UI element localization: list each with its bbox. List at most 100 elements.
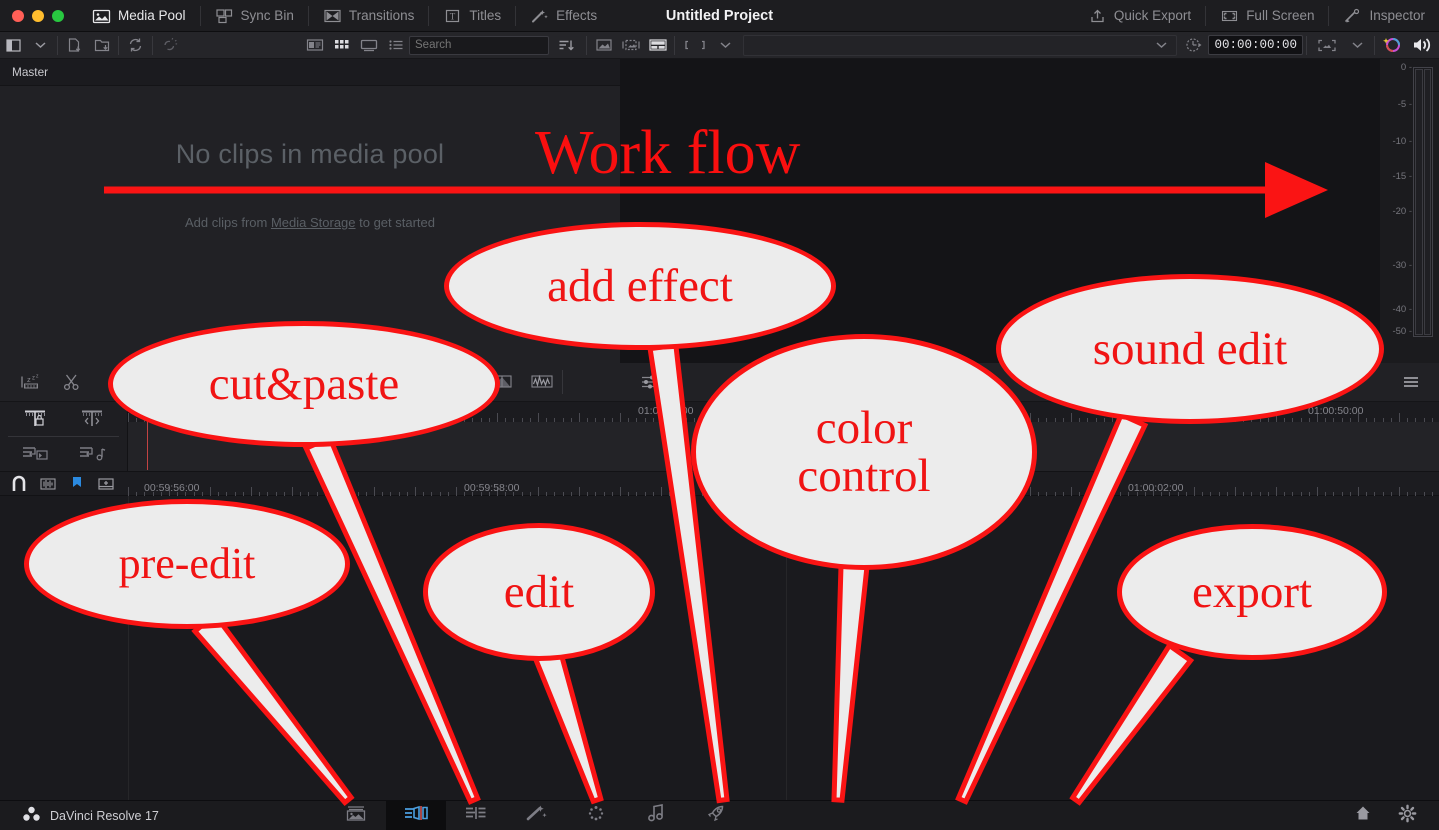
add-track-icon[interactable] [93,474,118,494]
audio-volume-icon[interactable] [1405,34,1439,57]
ruler-tick [1399,413,1400,422]
inspector-button[interactable]: Inspector [1329,0,1439,32]
quick-export-icon [1088,7,1107,24]
ruler-tick [210,487,211,496]
window-controls[interactable] [0,9,78,22]
timeline-upper-track-area[interactable] [128,422,1439,471]
quick-export-button[interactable]: Quick Export [1074,0,1205,32]
page-button-color[interactable] [566,801,626,830]
video-only-icon[interactable] [15,441,55,467]
playhead[interactable] [147,404,148,470]
scissors-icon[interactable] [52,368,92,396]
lock-track-icon[interactable] [15,406,55,432]
timeline-upper-ruler[interactable]: 01:00:10:00 01:00:50:00 [128,402,1439,422]
divider [586,35,587,55]
transition-icon[interactable] [482,368,522,396]
page-button-deliver[interactable] [686,801,746,830]
maximize-window-icon[interactable] [52,9,64,22]
audio-only-icon[interactable] [72,441,112,467]
timeline-divider [786,496,787,800]
settings-gear-icon[interactable] [1398,804,1417,828]
tab-effects[interactable]: Effects [516,0,611,32]
tab-effects-label: Effects [556,8,598,23]
sort-order-icon[interactable] [549,34,583,57]
empty-hint-suffix: to get started [355,215,436,230]
color-management-icon[interactable] [1378,34,1405,57]
unlink-clips-icon[interactable] [156,34,183,57]
dual-viewer-icon[interactable] [644,34,671,57]
toolbar-group-view [0,32,54,59]
timeline-lower-ruler[interactable]: 00:59:56:00 00:59:58:00 01:00:02:00 [128,471,1439,496]
import-folder-icon[interactable] [88,34,115,57]
tab-sync-bin[interactable]: Sync Bin [201,0,308,32]
close-window-icon[interactable] [12,9,24,22]
divider [1374,35,1375,55]
marker-flag-icon[interactable] [64,474,89,494]
timecode-display[interactable]: 00:00:00:00 [1208,35,1303,55]
smart-indicator-icon[interactable]: zzz [12,368,52,396]
page-button-fusion[interactable] [506,801,566,830]
tab-media-pool[interactable]: Media Pool [78,0,200,32]
filmstrip-view-icon[interactable] [355,34,382,57]
metadata-view-icon[interactable] [301,34,328,57]
tab-media-pool-label: Media Pool [118,8,186,23]
edit-point-icon[interactable] [442,368,482,396]
safe-area-icon[interactable] [1310,34,1344,57]
import-media-icon[interactable] [61,34,88,57]
ruler-tick [1235,413,1236,422]
ruler-tick [743,487,744,496]
chevron-down-icon[interactable] [1344,34,1371,57]
ruler-label: 01:00:50:00 [1308,405,1364,417]
marker-range-icon[interactable] [72,406,112,432]
tab-titles-label: Titles [469,8,502,23]
ruler-label: 01:00:02:00 [1128,482,1184,494]
color-page-icon [584,803,608,828]
ruler-tick [702,413,703,422]
ruler-tick [333,413,334,422]
chevron-down-icon[interactable] [712,34,739,57]
ruler-tick [169,413,170,422]
magnet-snap-icon[interactable] [6,474,31,494]
audio-meter-tick: 0 [1382,62,1412,73]
ruler-tick [1317,487,1318,496]
ruler-tick [128,487,129,496]
audio-waveform-icon[interactable] [522,368,562,396]
sync-clips-icon[interactable] [122,34,149,57]
divider [118,35,119,55]
mixer-sliders-icon[interactable] [631,368,671,396]
page-button-fairlight[interactable] [626,801,686,830]
ruler-tick [661,487,662,496]
list-view-icon[interactable] [382,34,409,57]
ruler-tick [251,413,252,422]
page-button-cut[interactable] [386,800,446,830]
page-button-edit[interactable] [446,801,506,830]
viewer-panel[interactable] [620,59,1380,363]
ruler-tick [1399,487,1400,496]
aspect-ratio-icon[interactable] [678,34,712,57]
timeline-canvas[interactable] [0,496,1439,800]
chevron-down-icon[interactable] [27,34,54,57]
thumbnail-view-icon[interactable] [328,34,355,57]
search-input[interactable] [409,35,549,55]
full-screen-button[interactable]: Full Screen [1206,0,1328,32]
tab-titles[interactable]: T Titles [429,0,515,32]
empty-state-title: No clips in media pool [175,139,445,169]
home-icon[interactable] [1354,804,1372,827]
hamburger-menu-icon[interactable] [1391,368,1431,396]
minimize-window-icon[interactable] [32,9,44,22]
media-storage-link[interactable]: Media Storage [271,215,356,230]
ruler-label: 01:00:10:00 [638,405,694,417]
sidebar-toggle-icon[interactable] [0,34,27,57]
timecode-mode-icon[interactable] [1181,34,1208,57]
page-button-media[interactable] [326,801,386,830]
topbar-right-group: Quick Export Full Screen Inspector [1074,0,1439,32]
status-bar: DaVinci Resolve 17 [0,800,1439,830]
tab-transitions[interactable]: Transitions [309,0,429,32]
single-viewer-icon[interactable] [590,34,617,57]
ruler-tick [825,487,826,496]
media-pool-bin-header[interactable]: Master [0,59,620,86]
audio-scrub-icon[interactable] [35,474,60,494]
divider [674,35,675,55]
source-tape-icon[interactable] [617,34,644,57]
viewer-select[interactable] [743,34,1178,56]
